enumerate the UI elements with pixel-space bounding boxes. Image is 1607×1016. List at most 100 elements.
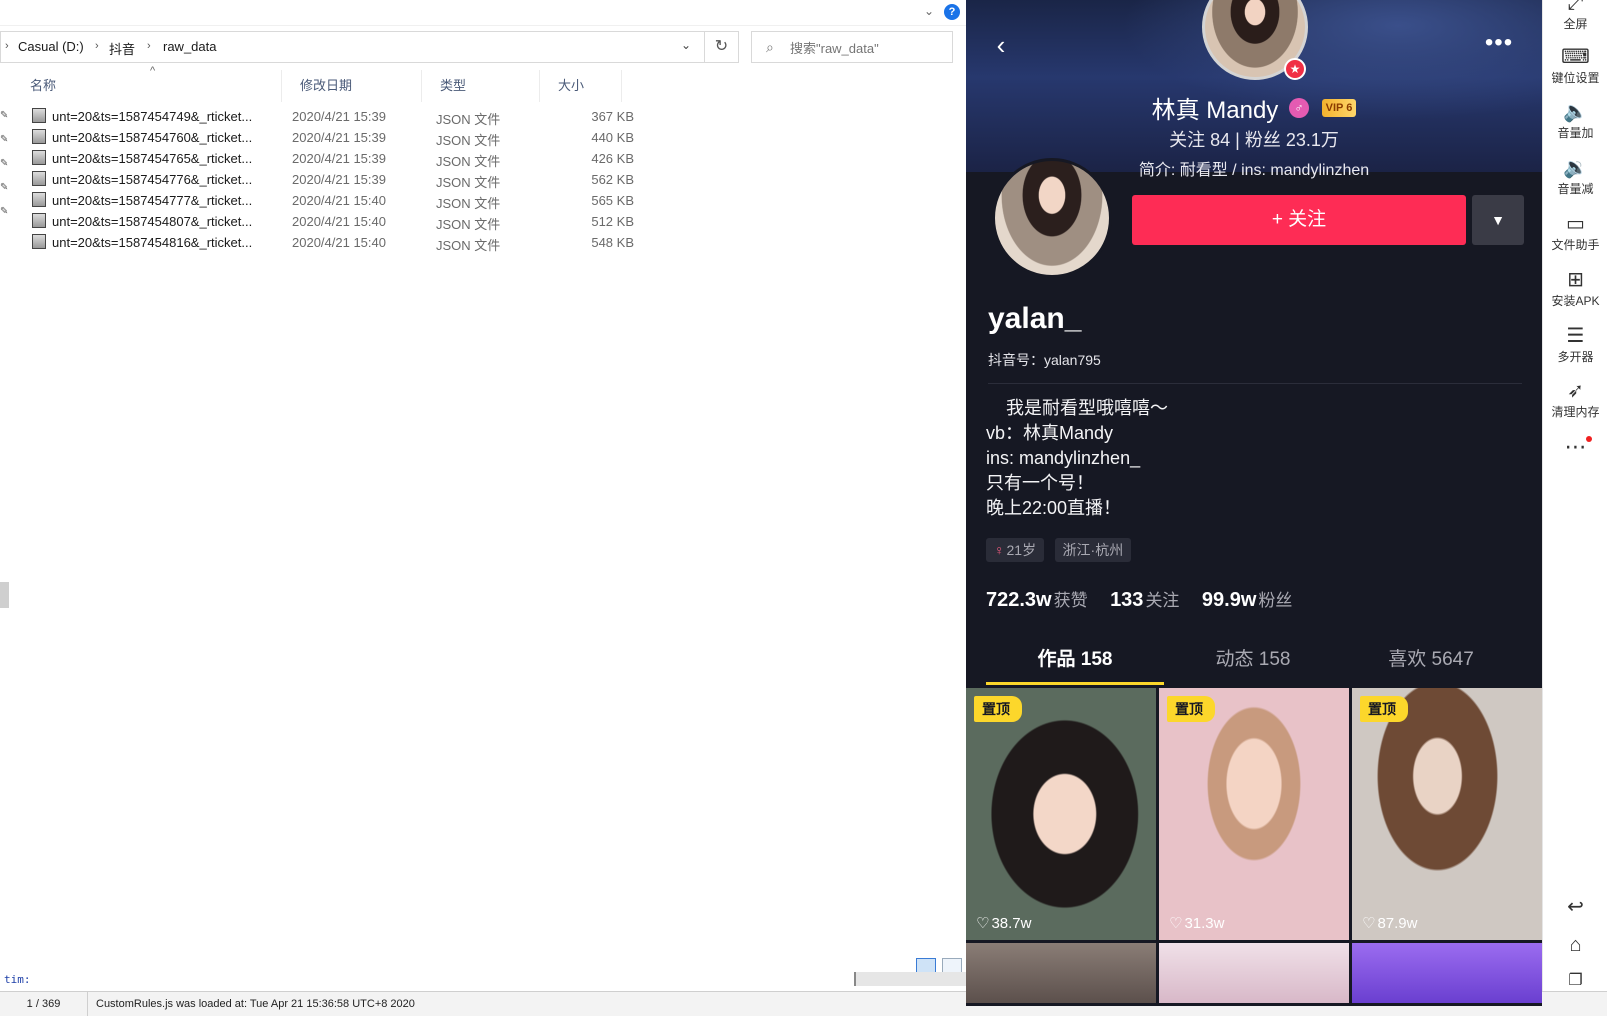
breadcrumb-chevron-icon[interactable]: › — [95, 40, 99, 52]
follow-dropdown-button[interactable]: ▼ — [1472, 195, 1524, 245]
refresh-button[interactable]: ↻ — [705, 31, 739, 63]
help-icon[interactable]: ? — [944, 4, 960, 20]
file-row[interactable]: unt=20&ts=1587454777&_rticket... 2020/4/… — [12, 190, 634, 211]
follow-button[interactable]: + 关注 — [1132, 195, 1466, 245]
column-header-name[interactable]: 名称 — [12, 70, 282, 102]
toolbar-fullscreen[interactable]: ⤢ 全屏 — [1543, 0, 1607, 32]
pin-icon: ✎ — [0, 158, 9, 169]
following-stat[interactable]: 133 关注 — [1110, 586, 1179, 612]
video-thumbnail[interactable]: 置顶 ♡ 38.7w — [966, 688, 1156, 940]
following-count: 133 — [1110, 589, 1144, 611]
heart-icon: ♡ — [1362, 915, 1376, 932]
toolbar-keymap[interactable]: ⌨ 键位设置 — [1543, 46, 1607, 86]
following-label: 关注 — [1145, 591, 1180, 610]
file-type: JSON 文件 — [436, 154, 501, 169]
file-row[interactable]: unt=20&ts=1587454816&_rticket... 2020/4/… — [12, 232, 634, 253]
file-assistant-icon: ▭ — [1566, 213, 1585, 235]
nav-home-icon[interactable]: ⌂ — [1543, 934, 1607, 957]
breadcrumb-folder-douyin[interactable]: 抖音 — [109, 39, 135, 58]
breadcrumb-chevron-icon[interactable]: › — [147, 40, 151, 52]
profile-stats: 722.3w 获赞 133 关注 99.9w 粉丝 — [986, 586, 1310, 612]
age-text: 21岁 — [1006, 542, 1037, 558]
tab-works[interactable]: 作品 158 — [986, 644, 1164, 671]
tab-likes[interactable]: 喜欢 5647 — [1342, 644, 1520, 671]
address-bar[interactable]: › Casual (D:) › 抖音 › raw_data ⌄ — [0, 31, 705, 63]
toolbar-volume-down[interactable]: 🔉 音量减 — [1543, 157, 1607, 197]
search-box[interactable]: ⌕ — [751, 31, 953, 63]
breadcrumb-drive[interactable]: Casual (D:) — [18, 39, 84, 54]
pinned-badge: 置顶 — [1360, 696, 1408, 722]
toolbar-volume-up[interactable]: 🔈 音量加 — [1543, 101, 1607, 141]
file-name: unt=20&ts=1587454777&_rticket... — [52, 193, 253, 208]
search-input[interactable] — [790, 38, 940, 58]
video-thumbnail[interactable] — [966, 943, 1156, 1003]
breadcrumb-chevron-icon[interactable]: › — [5, 40, 9, 52]
video-likes: ♡ 87.9w — [1362, 914, 1417, 932]
pin-icon: ✎ — [0, 182, 9, 193]
address-dropdown-icon[interactable]: ⌄ — [681, 38, 691, 52]
column-header-size[interactable]: 大小 — [540, 70, 622, 102]
toolbar-label: 多开器 — [1557, 350, 1594, 364]
file-row[interactable]: unt=20&ts=1587454776&_rticket... 2020/4/… — [12, 169, 634, 190]
vip-badge: VIP 6 — [1321, 98, 1357, 117]
navigation-pane-scrollbar[interactable] — [0, 582, 9, 608]
breadcrumb-folder-raw-data[interactable]: raw_data — [163, 39, 216, 54]
tab-moments[interactable]: 动态 158 — [1164, 644, 1342, 671]
nav-recents-icon[interactable]: ❐ — [1543, 970, 1607, 990]
command-line-label: tim: — [4, 973, 31, 986]
file-row[interactable]: unt=20&ts=1587454760&_rticket... 2020/4/… — [12, 127, 634, 148]
file-row[interactable]: unt=20&ts=1587454807&_rticket... 2020/4/… — [12, 211, 634, 232]
back-arrow-icon[interactable]: ‹ — [986, 30, 1016, 60]
header-name-text: 林真 Mandy — [1151, 97, 1279, 124]
video-thumbnail[interactable] — [1352, 943, 1542, 1003]
file-date: 2020/4/21 15:39 — [292, 109, 386, 124]
horizontal-scrollbar[interactable] — [854, 972, 966, 986]
file-explorer: ⌄ ? › Casual (D:) › 抖音 › raw_data ⌄ ↻ ⌕ … — [0, 0, 966, 986]
more-tools-icon[interactable]: ⋯ — [1543, 434, 1607, 460]
quick-access-pins: ✎ ✎ ✎ ✎ ✎ — [0, 110, 12, 230]
file-size: 426 KB — [591, 151, 634, 166]
profile-avatar[interactable] — [992, 158, 1112, 278]
json-file-icon — [32, 234, 46, 249]
followers-count: 99.9w — [1201, 589, 1257, 611]
file-size: 367 KB — [591, 109, 634, 124]
file-name: unt=20&ts=1587454807&_rticket... — [52, 214, 253, 229]
file-name: unt=20&ts=1587454749&_rticket... — [52, 109, 253, 124]
sort-ascending-icon: ^ — [150, 65, 156, 77]
phone-screen: ‹ ••• ★ 林真 Mandy ♂ VIP 6 关注 84 | 粉丝 23.1… — [966, 0, 1542, 1006]
file-name: unt=20&ts=1587454816&_rticket... — [52, 235, 253, 250]
file-date: 2020/4/21 15:39 — [292, 130, 386, 145]
file-type: JSON 文件 — [436, 133, 501, 148]
json-file-icon — [32, 129, 46, 144]
toolbar-clean-memory[interactable]: ➶ 清理内存 — [1543, 380, 1607, 420]
search-icon: ⌕ — [766, 39, 774, 55]
file-row[interactable]: unt=20&ts=1587454749&_rticket... 2020/4/… — [12, 106, 634, 127]
toolbar-multi-instance[interactable]: ☰ 多开器 — [1543, 325, 1607, 365]
column-header-date[interactable]: 修改日期 — [282, 70, 422, 102]
video-likes-count: 38.7w — [991, 915, 1032, 932]
json-file-icon — [32, 171, 46, 186]
profile-tabs: 作品 158 动态 158 喜欢 5647 — [986, 644, 1522, 684]
pin-icon: ✎ — [0, 206, 9, 217]
followers-stat[interactable]: 99.9w 粉丝 — [1202, 586, 1292, 612]
pin-icon: ✎ — [0, 134, 9, 145]
file-name: unt=20&ts=1587454760&_rticket... — [52, 130, 253, 145]
nav-back-icon[interactable]: ↩ — [1543, 894, 1607, 919]
file-date: 2020/4/21 15:40 — [292, 214, 386, 229]
video-thumbnail[interactable]: 置顶 ♡ 87.9w — [1352, 688, 1542, 940]
profile-tags: ♀ 21岁 浙江·杭州 — [986, 538, 1137, 562]
toolbar-install-apk[interactable]: ⊞ 安装APK — [1543, 269, 1607, 309]
file-size: 548 KB — [591, 235, 634, 250]
pinned-badge: 置顶 — [974, 696, 1022, 722]
more-options-icon[interactable]: ••• — [1482, 30, 1516, 60]
column-header-type[interactable]: 类型 — [422, 70, 540, 102]
video-thumbnail[interactable] — [1159, 943, 1349, 1003]
ribbon-expand-icon[interactable]: ⌄ — [924, 4, 934, 18]
toolbar-label: 清理内存 — [1551, 405, 1600, 419]
keyboard-icon: ⌨ — [1561, 46, 1590, 68]
toolbar-file-assistant[interactable]: ▭ 文件助手 — [1543, 213, 1607, 253]
file-row[interactable]: unt=20&ts=1587454765&_rticket... 2020/4/… — [12, 148, 634, 169]
video-thumbnail[interactable]: 置顶 ♡ 31.3w — [1159, 688, 1349, 940]
rocket-icon: ➶ — [1567, 380, 1584, 402]
video-likes: ♡ 38.7w — [976, 914, 1031, 932]
